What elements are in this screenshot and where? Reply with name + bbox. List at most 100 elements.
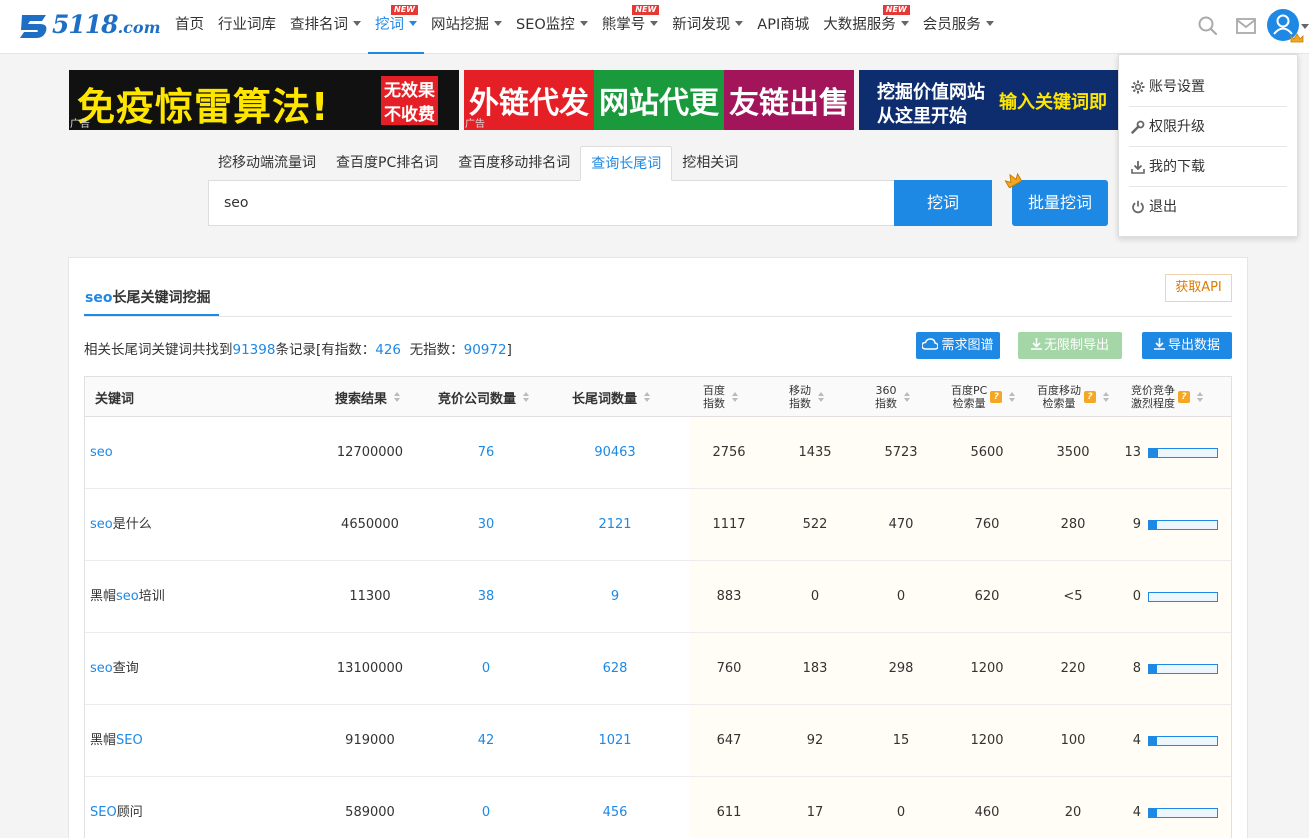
cell-results: 12700000 (336, 445, 404, 460)
table-row: seo 12700000 76 90463 2756 1435 5723 5600 3500 13 (85, 417, 1231, 489)
download-icon (1153, 338, 1165, 350)
table-header: 关键词 搜索结果 竞价公司数量 长尾词数量 百度 指数 移动 指数 360 指数 百度… (85, 377, 1231, 417)
search-tab-1[interactable]: 查百度PC排名词 (326, 146, 448, 181)
cell-competition: 9 (1132, 517, 1141, 532)
user-dropdown-menu: 账号设置 权限升级 我的下载 退出 (1118, 54, 1298, 237)
col-baidu-index[interactable]: 百度 指数 (703, 377, 739, 417)
cell-longtail[interactable]: 90463 (555, 417, 675, 488)
cell-competition: 13 (1124, 445, 1141, 460)
keyword-cell[interactable]: seo是什么 (90, 489, 152, 560)
table-row: 黑帽SEO 919000 42 1021 647 92 15 1200 100 4 (85, 705, 1231, 777)
col-search-results[interactable]: 搜索结果 (335, 377, 401, 417)
sort-icon (394, 391, 401, 403)
banner-algorithm[interactable]: 免疫惊雷算法! 无效果 不收费 广告 (69, 70, 459, 130)
keyword-cell[interactable]: SEO顾问 (90, 777, 143, 838)
col-mobile-volume[interactable]: 百度移动 检索量? (1037, 377, 1110, 417)
col-mobile-index[interactable]: 移动 指数 (789, 377, 825, 417)
cell-longtail[interactable]: 456 (555, 777, 675, 838)
keyword-cell[interactable]: seo (90, 417, 113, 488)
cell-bidders[interactable]: 0 (426, 633, 546, 704)
nav-item-5[interactable]: SEO监控 (509, 0, 595, 54)
menu-item-1[interactable]: 权限升级 (1129, 107, 1287, 147)
cell-bidders[interactable]: 0 (426, 777, 546, 838)
nav-item-3[interactable]: 挖词 NEW (368, 0, 424, 54)
divider (84, 316, 1232, 317)
unlimited-export-button[interactable]: 无限制导出 (1018, 332, 1122, 359)
cell-bidders[interactable]: 38 (426, 561, 546, 632)
nav-item-2[interactable]: 查排名词 (283, 0, 368, 54)
result-summary: 相关长尾词关键词共找到91398条记录[有指数：426 无指数：90972] (84, 342, 512, 358)
sort-icon (818, 391, 825, 403)
results-panel: seo长尾关键词挖掘 获取API 相关长尾词关键词共找到91398条记录[有指数… (68, 257, 1248, 838)
menu-item-2[interactable]: 我的下载 (1129, 147, 1287, 187)
banner-mining[interactable]: 挖掘价值网站 从这里开始 输入关键词即 (859, 70, 1129, 130)
cloud-icon (921, 338, 940, 350)
power-icon (1132, 200, 1144, 214)
nav-item-0[interactable]: 首页 (168, 0, 211, 54)
menu-item-3[interactable]: 退出 (1129, 187, 1287, 227)
nav-item-4[interactable]: 网站挖掘 (424, 0, 509, 54)
nav-item-1[interactable]: 行业词库 (211, 0, 283, 54)
chevron-down-icon (900, 20, 909, 26)
col-keyword: 关键词 (95, 391, 135, 407)
cell-longtail[interactable]: 2121 (555, 489, 675, 560)
cell-longtail[interactable]: 628 (555, 633, 675, 704)
nav-item-8[interactable]: API商城 (750, 0, 816, 54)
cell-longtail[interactable]: 1021 (555, 705, 675, 776)
search-tab-3[interactable]: 查询长尾词 (580, 146, 673, 181)
export-data-button[interactable]: 导出数据 (1142, 332, 1232, 359)
logo-icon (20, 15, 47, 38)
cell-bidders[interactable]: 30 (426, 489, 546, 560)
menu-item-0[interactable]: 账号设置 (1129, 67, 1287, 107)
col-pc-volume[interactable]: 百度PC 检索量? (951, 377, 1016, 417)
nav-item-9[interactable]: 大数据服务 NEW (816, 0, 916, 54)
site-logo[interactable]: 5118.com (18, 9, 166, 45)
col-longtail[interactable]: 长尾词数量 (572, 377, 651, 417)
chevron-down-icon (409, 20, 417, 26)
demand-graph-button[interactable]: 需求图谱 (916, 332, 1000, 359)
nav-item-10[interactable]: 会员服务 (916, 0, 1001, 54)
cell-competition: 8 (1132, 661, 1141, 676)
banner-links-sale[interactable]: 友链出售 (724, 70, 854, 130)
cell-longtail[interactable]: 9 (555, 561, 675, 632)
banner-site-update[interactable]: 网站代更 (594, 70, 724, 130)
search-icon[interactable] (1197, 15, 1219, 37)
gear-icon (1131, 80, 1145, 94)
wrench-icon (1131, 120, 1145, 134)
search-tab-0[interactable]: 挖移动端流量词 (208, 146, 326, 181)
get-api-button[interactable]: 获取API (1165, 274, 1232, 302)
chevron-down-icon (985, 20, 994, 26)
search-tab-4[interactable]: 挖相关词 (672, 146, 748, 181)
nav-item-7[interactable]: 新词发现 (665, 0, 750, 54)
cell-bidders[interactable]: 76 (426, 417, 546, 488)
cell-results: 11300 (349, 589, 391, 604)
search-tab-2[interactable]: 查百度移动排名词 (448, 146, 580, 181)
cell-results: 13100000 (336, 661, 404, 676)
chevron-down-icon[interactable] (1301, 24, 1309, 29)
col-competition[interactable]: 竞价竞争 激烈程度? (1131, 377, 1204, 417)
table-row: seo查询 13100000 0 628 760 183 298 1200 220 8 (85, 633, 1231, 705)
col-360-index[interactable]: 360 指数 (875, 377, 911, 417)
search-input[interactable]: seo (208, 180, 895, 226)
search-tabs: 挖移动端流量词 查百度PC排名词 查百度移动排名词 查询长尾词 挖相关词 (208, 146, 748, 181)
keyword-cell[interactable]: 黑帽SEO (90, 705, 143, 776)
competition-bar (1148, 664, 1218, 674)
cell-bidders[interactable]: 42 (426, 705, 546, 776)
table-row: SEO顾问 589000 0 456 611 17 0 460 20 4 (85, 777, 1231, 838)
help-icon: ? (1084, 391, 1096, 403)
keyword-cell[interactable]: seo查询 (90, 633, 139, 704)
col-bidders[interactable]: 竞价公司数量 (438, 377, 530, 417)
vip-crown-icon (1290, 33, 1304, 43)
table-row: seo是什么 4650000 30 2121 1117 522 470 760 280 9 (85, 489, 1231, 561)
download-icon (1030, 338, 1042, 350)
banner-backlinks[interactable]: 外链代发 广告 (464, 70, 594, 130)
top-navbar: 5118.com 首页 行业词库 查排名词 挖词 NEW 网站挖掘 SEO监控 熊掌号 NEW 新… (0, 0, 1309, 54)
competition-bar (1148, 448, 1218, 458)
keyword-cell[interactable]: 黑帽seo培训 (90, 561, 165, 632)
mail-icon[interactable] (1235, 15, 1257, 37)
nav-item-6[interactable]: 熊掌号 NEW (595, 0, 666, 54)
batch-search-button[interactable]: 批量挖词 (1012, 180, 1108, 226)
search-button[interactable]: 挖词 (894, 180, 992, 226)
competition-bar (1148, 808, 1218, 818)
sort-icon (644, 391, 651, 403)
